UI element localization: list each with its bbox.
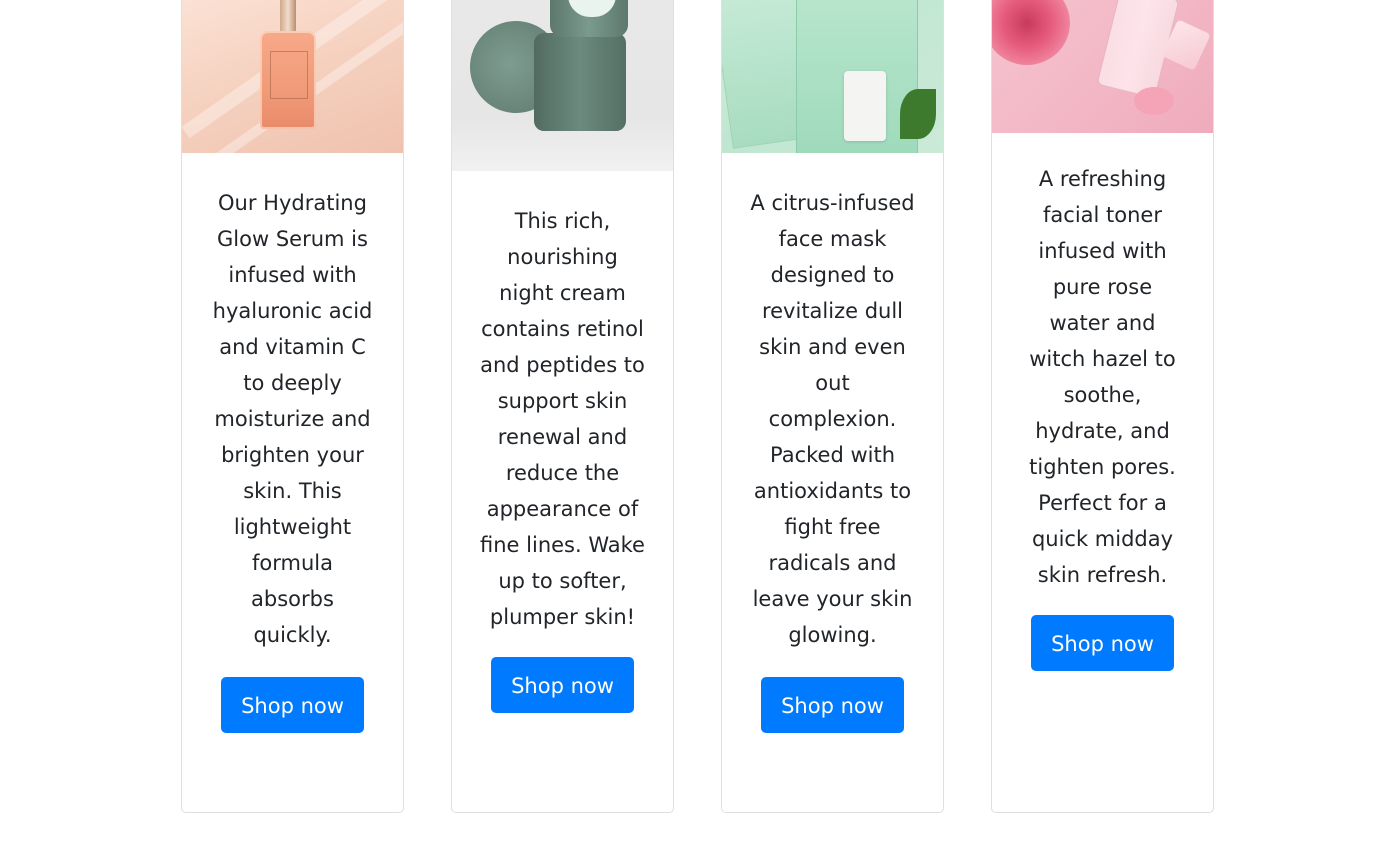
toner-product-image [992, 0, 1213, 133]
shop-now-button[interactable]: Shop now [491, 657, 634, 713]
product-card-face-mask: A citrus-infused face mask designed to r… [721, 0, 944, 813]
product-card-row: Our Hydrating Glow Serum is infused with… [0, 0, 1389, 859]
product-card-night-cream: This rich, nourishing night cream contai… [451, 0, 674, 813]
product-description: A citrus-infused face mask designed to r… [750, 191, 915, 647]
product-description: Our Hydrating Glow Serum is infused with… [212, 191, 373, 647]
product-card-serum: Our Hydrating Glow Serum is infused with… [181, 0, 404, 813]
face-mask-product-image [722, 0, 943, 153]
product-description: This rich, nourishing night cream contai… [480, 209, 645, 629]
shop-now-button[interactable]: Shop now [761, 677, 904, 733]
serum-product-image [182, 0, 403, 153]
night-cream-product-image [452, 0, 673, 171]
shop-now-button[interactable]: Shop now [1031, 615, 1174, 671]
product-description: A refreshing facial toner infused with p… [1029, 167, 1176, 587]
shop-now-button[interactable]: Shop now [221, 677, 364, 733]
product-card-toner: A refreshing facial toner infused with p… [991, 0, 1214, 813]
